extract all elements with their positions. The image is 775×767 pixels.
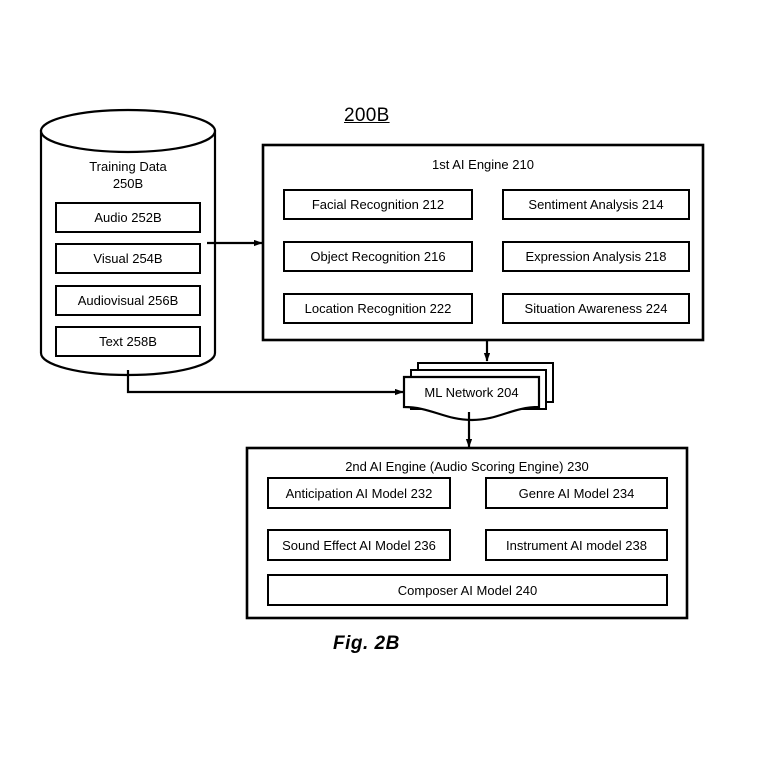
module-situation-awareness-label: Situation Awareness bbox=[524, 301, 643, 316]
module-sentiment-analysis-ref: 214 bbox=[641, 197, 664, 212]
module-expression-analysis: Expression Analysis 218 bbox=[503, 242, 689, 271]
module-facial-recognition-label: Facial Recognition bbox=[311, 197, 419, 212]
module-anticipation-ai-model-label: Anticipation AI Model bbox=[285, 485, 408, 501]
module-object-recognition-ref: 216 bbox=[423, 249, 446, 264]
module-anticipation-ai-model-ref: 232 bbox=[410, 485, 433, 501]
database-item-audio-ref: 252B bbox=[131, 210, 162, 225]
first-ai-engine-title: 1st AI Engine 210 bbox=[263, 154, 703, 174]
module-anticipation-ai-model: Anticipation AI Model 232 bbox=[268, 478, 450, 508]
database-item-text: Text 258B bbox=[56, 327, 200, 356]
database-item-visual-ref: 254B bbox=[132, 251, 163, 266]
database-ref: 250B bbox=[112, 176, 144, 191]
module-instrument-ai-model: Instrument AI model 238 bbox=[486, 530, 667, 560]
patent-figure-2b: 200B Training Data 250B Audio 252B Visua… bbox=[0, 0, 775, 767]
module-sentiment-analysis-label: Sentiment Analysis bbox=[528, 197, 639, 212]
module-instrument-ai-model-label: Instrument AI model bbox=[506, 537, 622, 553]
module-sound-effect-ai-model: Sound Effect AI Model 236 bbox=[268, 530, 450, 560]
database-title: Training Data 250B bbox=[41, 158, 215, 192]
module-genre-ai-model-ref: 234 bbox=[612, 485, 635, 501]
module-object-recognition: Object Recognition 216 bbox=[284, 242, 472, 271]
database-item-audiovisual-label: Audiovisual bbox=[77, 293, 145, 308]
ml-network-label-text: ML Network bbox=[424, 384, 494, 400]
module-composer-ai-model: Composer AI Model 240 bbox=[268, 575, 667, 605]
database-item-visual-label: Visual bbox=[93, 251, 129, 266]
module-expression-analysis-label: Expression Analysis bbox=[525, 249, 642, 264]
module-situation-awareness-ref: 224 bbox=[645, 301, 668, 316]
diagram-id-label: 200B bbox=[344, 105, 390, 126]
module-genre-ai-model: Genre AI Model 234 bbox=[486, 478, 667, 508]
database-item-audio-label: Audio bbox=[94, 210, 128, 225]
database-item-audio: Audio 252B bbox=[56, 203, 200, 232]
module-sound-effect-ai-model-ref: 236 bbox=[414, 537, 436, 553]
module-sound-effect-ai-model-label: Sound Effect AI Model bbox=[282, 537, 411, 553]
ml-network-ref: 204 bbox=[496, 384, 519, 400]
module-facial-recognition-ref: 212 bbox=[422, 197, 445, 212]
module-facial-recognition: Facial Recognition 212 bbox=[284, 190, 472, 219]
database-item-audiovisual: Audiovisual 256B bbox=[56, 286, 200, 315]
second-ai-engine-ref: 230 bbox=[567, 458, 589, 474]
database-title-text: Training Data bbox=[89, 159, 167, 174]
module-situation-awareness: Situation Awareness 224 bbox=[503, 294, 689, 323]
module-composer-ai-model-ref: 240 bbox=[515, 582, 538, 598]
module-location-recognition: Location Recognition 222 bbox=[284, 294, 472, 323]
first-ai-engine-ref: 210 bbox=[512, 156, 534, 172]
ml-network-label: ML Network 204 bbox=[404, 377, 539, 407]
module-location-recognition-label: Location Recognition bbox=[304, 301, 427, 316]
module-location-recognition-ref: 222 bbox=[429, 301, 452, 316]
database-item-text-ref: 258B bbox=[126, 334, 157, 349]
module-expression-analysis-ref: 218 bbox=[644, 249, 667, 264]
database-item-text-label: Text bbox=[99, 334, 123, 349]
database-item-visual: Visual 254B bbox=[56, 244, 200, 273]
second-ai-engine-title-text: 2nd AI Engine (Audio Scoring Engine) bbox=[345, 458, 564, 474]
second-ai-engine-title: 2nd AI Engine (Audio Scoring Engine) 230 bbox=[247, 456, 687, 476]
module-genre-ai-model-label: Genre AI Model bbox=[518, 485, 609, 501]
module-composer-ai-model-label: Composer AI Model bbox=[397, 582, 512, 598]
first-ai-engine-title-text: 1st AI Engine bbox=[432, 156, 509, 172]
figure-caption: Fig. 2B bbox=[333, 633, 400, 654]
module-instrument-ai-model-ref: 238 bbox=[625, 537, 647, 553]
module-object-recognition-label: Object Recognition bbox=[310, 249, 421, 264]
module-sentiment-analysis: Sentiment Analysis 214 bbox=[503, 190, 689, 219]
database-item-audiovisual-ref: 256B bbox=[147, 293, 179, 308]
